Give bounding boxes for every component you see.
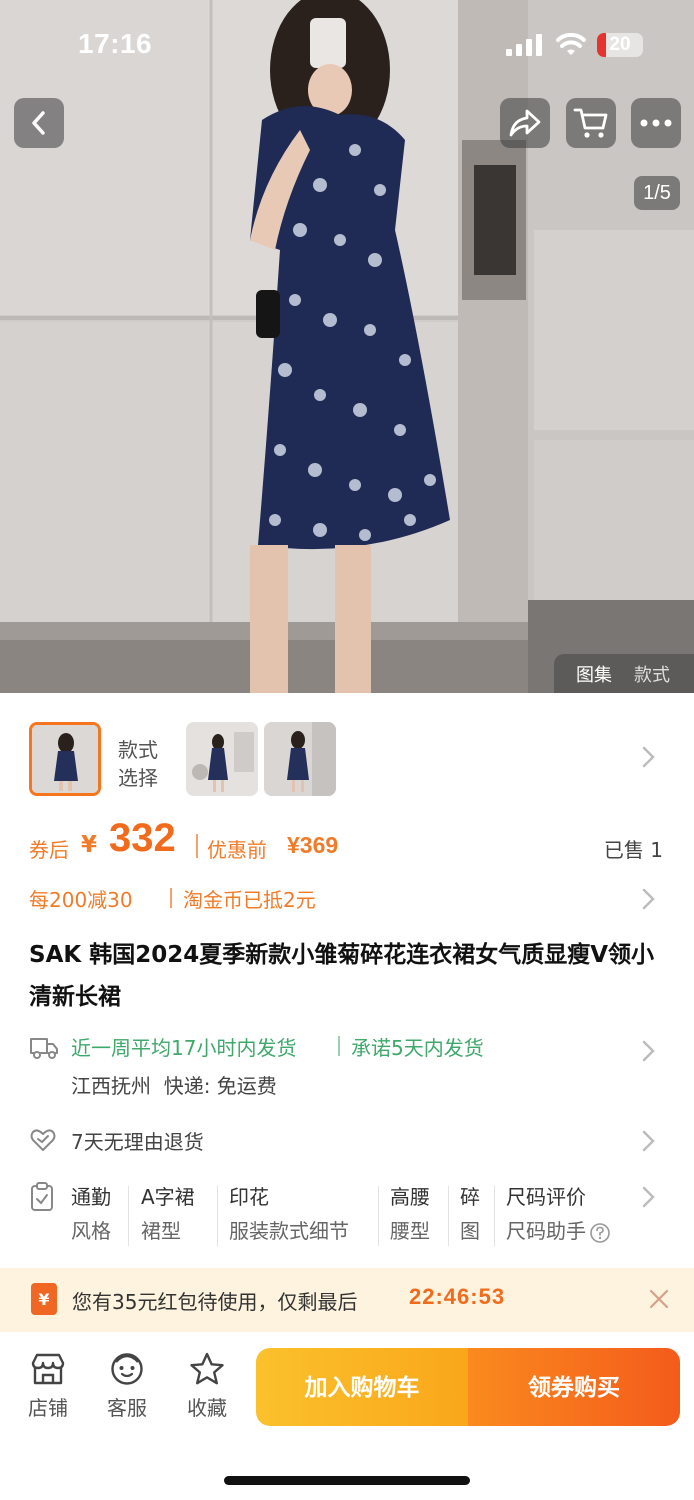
tab-gallery[interactable]: 图集 bbox=[576, 661, 612, 687]
back-button[interactable] bbox=[14, 98, 64, 148]
home-indicator[interactable] bbox=[224, 1476, 470, 1485]
more-button[interactable] bbox=[631, 98, 681, 148]
back-icon bbox=[32, 111, 45, 135]
divider bbox=[494, 1186, 495, 1246]
attribute-skirt-type: A字裙 裙型 bbox=[141, 1180, 195, 1248]
style-thumbnail[interactable] bbox=[29, 722, 101, 796]
divider bbox=[378, 1186, 379, 1246]
tab-styles[interactable]: 款式 bbox=[634, 661, 670, 687]
service-icon bbox=[111, 1353, 143, 1385]
attribute-value: A字裙 bbox=[141, 1185, 195, 1209]
style-selector[interactable]: 款式 选择 bbox=[0, 718, 694, 802]
share-icon bbox=[509, 109, 541, 137]
return-policy: 7天无理由退货 bbox=[71, 1130, 204, 1154]
return-policy-row[interactable]: 7天无理由退货 bbox=[29, 1124, 669, 1158]
close-icon[interactable] bbox=[648, 1288, 670, 1310]
coupon-price-label: 券后 bbox=[29, 838, 69, 862]
red-packet-text: 您有35元红包待使用，仅剩最后 bbox=[72, 1290, 358, 1314]
product-attributes[interactable]: 通勤 风格 A字裙 裙型 印花 服装款式细节 高腰 腰型 碎 图 尺码评价 尺码… bbox=[29, 1180, 669, 1252]
shipping-promise: 承诺5天内发货 bbox=[351, 1036, 484, 1060]
coin-promo: 淘金币已抵2元 bbox=[183, 888, 316, 912]
attribute-size[interactable]: 尺码评价 尺码助手 bbox=[506, 1180, 611, 1248]
attribute-details: 印花 服装款式细节 bbox=[229, 1180, 349, 1248]
customer-service-button[interactable]: 客服 bbox=[95, 1352, 159, 1421]
sold-count: 已售 1 bbox=[603, 838, 663, 862]
size-assistant[interactable]: 尺码助手 bbox=[506, 1214, 611, 1248]
image-page-counter: 1/5 bbox=[634, 176, 680, 210]
battery-level: 20 bbox=[609, 34, 631, 55]
attribute-key: 腰型 bbox=[390, 1219, 430, 1243]
gallery-tabs: 图集 款式 bbox=[554, 654, 694, 693]
size-review: 尺码评价 bbox=[506, 1185, 586, 1209]
divider bbox=[338, 1036, 340, 1056]
shop-label: 店铺 bbox=[28, 1396, 68, 1420]
add-to-cart-button[interactable]: 加入购物车 bbox=[256, 1348, 468, 1426]
divider bbox=[196, 834, 198, 858]
attribute-value: 印花 bbox=[229, 1185, 269, 1209]
divider bbox=[217, 1186, 218, 1246]
currency-symbol: ¥ bbox=[81, 832, 98, 858]
truck-icon bbox=[30, 1038, 58, 1059]
shop-icon bbox=[31, 1353, 65, 1385]
original-price: ¥369 bbox=[287, 832, 339, 858]
divider bbox=[448, 1186, 449, 1246]
red-packet-banner[interactable]: ¥ 您有35元红包待使用，仅剩最后 22:46:53 bbox=[0, 1268, 694, 1332]
attribute-waist: 高腰 腰型 bbox=[390, 1180, 430, 1248]
help-icon bbox=[590, 1222, 610, 1243]
more-icon bbox=[640, 119, 672, 127]
chevron-right-icon bbox=[642, 1040, 655, 1062]
shipping-origin: 江西抚州 快递: 免运费 bbox=[71, 1074, 277, 1098]
thumbnail-image bbox=[264, 722, 336, 796]
chevron-right-icon bbox=[642, 1130, 655, 1152]
coupon-price: 332 bbox=[109, 816, 176, 860]
original-price-label: 优惠前 bbox=[207, 838, 267, 862]
discount-promo: 每200减30 bbox=[29, 888, 133, 912]
favorite-button[interactable]: 收藏 bbox=[175, 1352, 239, 1421]
shipping-row[interactable]: 近一周平均17小时内发货 承诺5天内发货 江西抚州 快递: 免运费 bbox=[29, 1030, 669, 1100]
divider bbox=[170, 888, 172, 908]
attribute-key: 裙型 bbox=[141, 1219, 181, 1243]
signal-icon bbox=[506, 34, 542, 56]
product-image-carousel[interactable]: 17:16 20 1/5 图集 款式 bbox=[0, 0, 694, 693]
price-row: 券后 ¥ 332 优惠前 ¥369 已售 1 bbox=[29, 816, 669, 868]
style-thumbnail[interactable] bbox=[186, 722, 258, 796]
cart-icon bbox=[573, 108, 608, 138]
attribute-style: 通勤 风格 bbox=[71, 1180, 111, 1248]
chevron-right-icon bbox=[642, 888, 655, 910]
attribute-pattern: 碎 图 bbox=[460, 1180, 480, 1248]
star-icon bbox=[190, 1352, 224, 1385]
style-select-label: 款式 选择 bbox=[118, 738, 158, 790]
shop-button[interactable]: 店铺 bbox=[16, 1352, 80, 1421]
style-thumbnail[interactable] bbox=[264, 722, 336, 796]
coupon-buy-button[interactable]: 领券购买 bbox=[468, 1348, 680, 1426]
attribute-key: 风格 bbox=[71, 1219, 111, 1243]
divider bbox=[128, 1186, 129, 1246]
favorite-label: 收藏 bbox=[187, 1396, 227, 1420]
promo-row[interactable]: 每200减30 淘金币已抵2元 bbox=[29, 880, 669, 914]
product-title: SAK 韩国2024夏季新款小雏菊碎花连衣裙女气质显瘦V领小清新长裙 bbox=[29, 942, 655, 1010]
clipboard-icon bbox=[31, 1182, 53, 1211]
share-button[interactable] bbox=[500, 98, 550, 148]
wifi-icon bbox=[556, 33, 586, 55]
shipping-speed: 近一周平均17小时内发货 bbox=[71, 1036, 297, 1060]
service-label: 客服 bbox=[107, 1396, 147, 1420]
size-assistant-label: 尺码助手 bbox=[506, 1219, 586, 1243]
heart-shield-icon bbox=[30, 1129, 56, 1151]
cart-button[interactable] bbox=[566, 98, 616, 148]
red-packet-symbol: ¥ bbox=[38, 1289, 50, 1309]
chevron-right-icon bbox=[642, 746, 655, 768]
countdown-timer: 22:46:53 bbox=[409, 1284, 506, 1309]
status-time: 17:16 bbox=[78, 28, 153, 59]
chevron-right-icon bbox=[642, 1186, 655, 1208]
thumbnail-image bbox=[186, 722, 258, 796]
battery-indicator: 20 bbox=[597, 33, 643, 57]
attribute-value: 碎 bbox=[460, 1185, 480, 1209]
attribute-value: 高腰 bbox=[390, 1185, 430, 1209]
red-packet-icon: ¥ bbox=[31, 1283, 57, 1315]
attribute-key: 图 bbox=[460, 1219, 480, 1243]
status-bar: 17:16 20 bbox=[0, 0, 694, 92]
attribute-key: 服装款式细节 bbox=[229, 1219, 349, 1243]
thumbnail-image bbox=[32, 725, 98, 793]
attribute-value: 通勤 bbox=[71, 1185, 111, 1209]
